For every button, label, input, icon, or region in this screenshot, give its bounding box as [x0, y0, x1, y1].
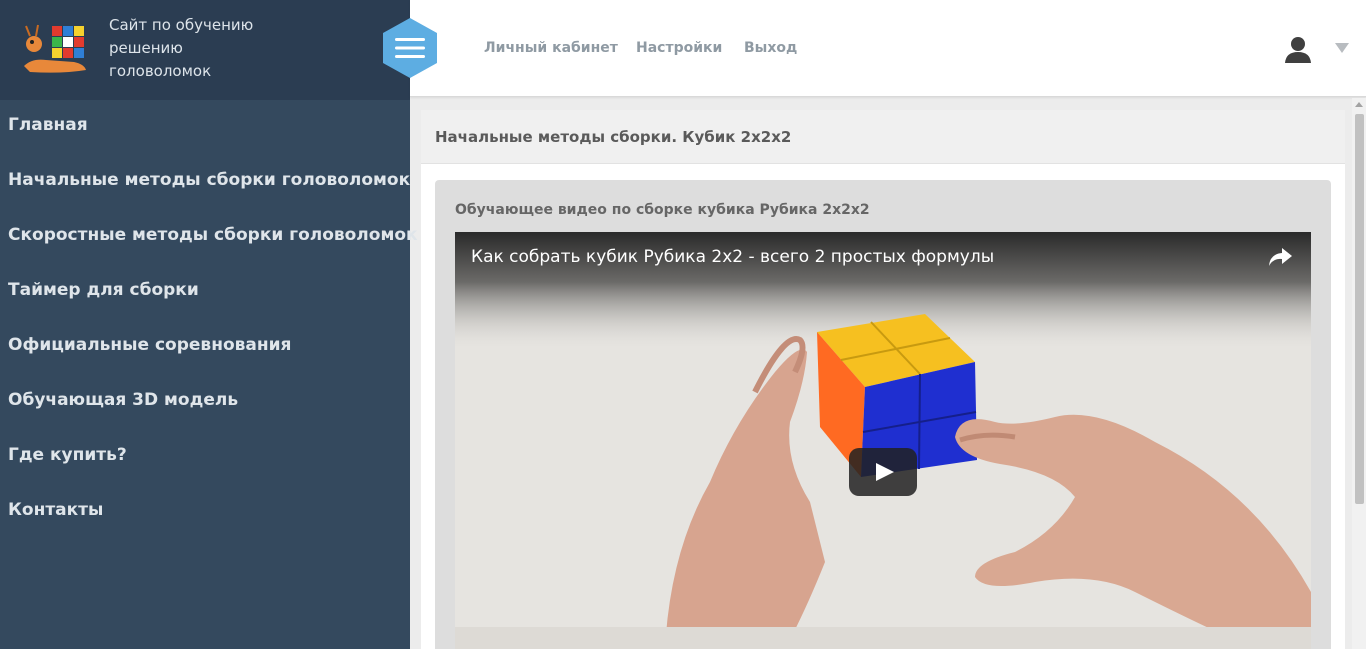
- scrollbar-thumb[interactable]: [1355, 114, 1364, 504]
- sidebar-item-home[interactable]: Главная: [8, 115, 88, 135]
- nav-link-settings[interactable]: Настройки: [636, 40, 722, 56]
- share-icon[interactable]: [1267, 246, 1293, 268]
- video-section-title: Обучающее видео по сборке кубика Рубика …: [455, 202, 870, 218]
- logo-snail-icon[interactable]: [22, 22, 90, 74]
- sidebar-item-3d-model[interactable]: Обучающая 3D модель: [8, 390, 238, 410]
- brand-title-line2: решению: [109, 39, 183, 57]
- brand-header: Сайт по обучению решению головоломок: [0, 0, 410, 100]
- sidebar-item-beginner-methods[interactable]: Начальные методы сборки головоломок: [8, 170, 410, 190]
- sidebar-item-timer[interactable]: Таймер для сборки: [8, 280, 199, 300]
- sidebar-item-contacts[interactable]: Контакты: [8, 500, 103, 520]
- play-button[interactable]: [849, 448, 917, 496]
- nav-link-account[interactable]: Личный кабинет: [484, 40, 618, 56]
- sidebar: Главная Начальные методы сборки головоло…: [0, 100, 418, 649]
- content-card-header: Начальные методы сборки. Кубик 2x2x2: [421, 110, 1345, 164]
- user-icon[interactable]: [1284, 36, 1312, 64]
- video-title-link[interactable]: Как собрать кубик Рубика 2x2 - всего 2 п…: [471, 247, 994, 267]
- sidebar-item-speed-methods[interactable]: Скоростные методы сборки головоломок: [8, 225, 418, 245]
- brand-title-line3: головоломок: [109, 62, 212, 80]
- page-title: Начальные методы сборки. Кубик 2x2x2: [435, 128, 792, 146]
- brand-title: Сайт по обучению решению головоломок: [109, 14, 289, 83]
- chevron-down-icon[interactable]: [1334, 42, 1350, 54]
- hamburger-menu-icon[interactable]: [381, 17, 439, 79]
- video-thumbnail: [455, 232, 1311, 649]
- video-player[interactable]: Как собрать кубик Рубика 2x2 - всего 2 п…: [455, 232, 1311, 649]
- brand-title-line1: Сайт по обучению: [109, 16, 254, 34]
- sidebar-item-competitions[interactable]: Официальные соревнования: [8, 335, 291, 355]
- scroll-up-arrow-icon[interactable]: [1352, 98, 1366, 112]
- nav-link-logout[interactable]: Выход: [744, 40, 797, 56]
- sidebar-item-where-to-buy[interactable]: Где купить?: [8, 445, 127, 465]
